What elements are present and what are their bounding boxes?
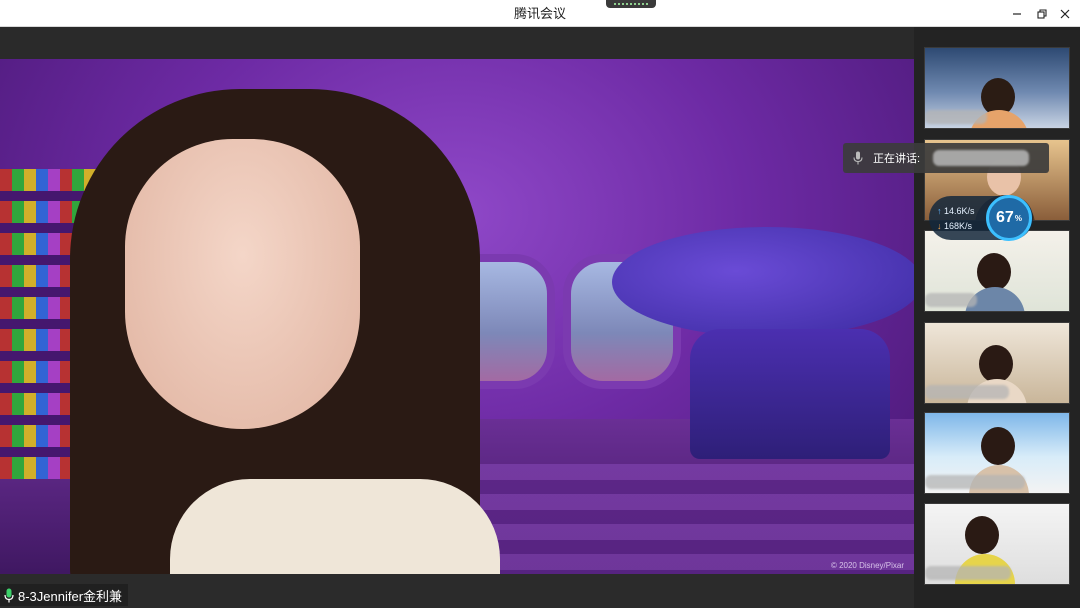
background-watermark: © 2020 Disney/Pixar [830, 561, 904, 570]
participant-head [977, 253, 1011, 291]
video-top-band [0, 27, 914, 59]
window-title: 腾讯会议 [513, 6, 566, 21]
participant-name-redacted [925, 475, 1025, 489]
upload-speed: ↑ 14.6K/s [937, 206, 975, 216]
participant-head [965, 516, 999, 554]
network-signal-indicator[interactable] [606, 0, 656, 8]
participant-video-thumb[interactable] [924, 412, 1070, 494]
participant-head [979, 345, 1013, 383]
upload-speed-value: 14.6 [944, 206, 962, 216]
background-pillar [690, 329, 890, 459]
download-speed-value: 168 [944, 221, 960, 231]
microphone-icon [2, 586, 16, 604]
main-stage: © 2020 Disney/Pixar 8-3Jennifer金利兼 [0, 27, 914, 608]
usage-percent: 67 [996, 209, 1014, 226]
speaker-face [125, 139, 360, 429]
usage-percent-unit: % [1014, 213, 1022, 223]
upload-arrow-icon: ↑ [937, 206, 942, 216]
speaker-name: 8-3Jennifer金利兼 [18, 588, 123, 604]
participant-name-redacted [925, 385, 1009, 399]
network-speed-widget[interactable]: ↑ 14.6K/s ↓ 168K/s 67% [929, 195, 1033, 241]
microphone-icon [843, 151, 873, 165]
participant-name-redacted [925, 566, 1011, 580]
background-stairs [470, 464, 914, 574]
restore-icon [1037, 8, 1047, 19]
participant-video-thumb[interactable] [924, 503, 1070, 585]
usage-gauge: 67% [986, 195, 1032, 241]
main-video-feed[interactable]: © 2020 Disney/Pixar [0, 59, 914, 574]
title-bar: 腾讯会议 [0, 0, 1080, 27]
download-speed-unit: K/s [959, 221, 973, 231]
participant-name-redacted [925, 110, 987, 124]
participant-name-redacted [925, 293, 977, 307]
minimize-icon [1013, 12, 1021, 15]
participant-video-thumb[interactable] [924, 230, 1070, 312]
speaking-indicator: 正在讲话: [843, 143, 1049, 173]
download-speed: ↓ 168K/s [937, 221, 972, 231]
participant-video-thumb[interactable] [924, 322, 1070, 404]
speaker-body [170, 479, 500, 574]
participant-video-thumb[interactable] [924, 47, 1070, 129]
speaking-name-redacted [933, 150, 1029, 166]
close-icon [1060, 9, 1070, 18]
background-console [612, 227, 914, 337]
participant-head [981, 427, 1015, 465]
download-arrow-icon: ↓ [937, 221, 942, 231]
speaker-name-tag: 8-3Jennifer金利兼 [0, 584, 129, 606]
speaking-label: 正在讲话: [873, 153, 921, 165]
close-button[interactable] [1050, 0, 1080, 27]
upload-speed-unit: K/s [961, 206, 975, 216]
participant-sidebar [914, 27, 1080, 608]
